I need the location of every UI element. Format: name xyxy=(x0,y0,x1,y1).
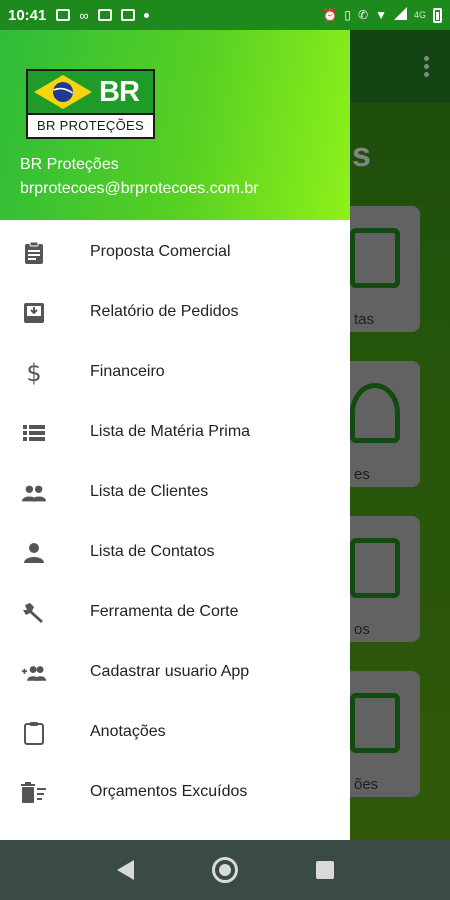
menu-item-label: Proposta Comercial xyxy=(90,243,231,260)
menu-item-ferramenta-corte[interactable]: Ferramenta de Corte xyxy=(0,582,350,642)
br-protecoes-logo: BR BR PROTEÇÕES xyxy=(26,69,155,139)
dot-icon xyxy=(143,12,149,18)
back-icon[interactable] xyxy=(116,860,134,880)
delete-sweep-icon xyxy=(21,780,47,806)
gmail-icon xyxy=(97,9,112,21)
system-icons: ⏰ ▯ ✆ ▼ 4G xyxy=(322,7,442,23)
inbox-download-icon xyxy=(21,300,47,326)
status-time: 10:41 xyxy=(8,6,47,24)
menu-item-label: Relatório de Pedidos xyxy=(90,303,239,320)
menu-item-label: Ferramenta de Corte xyxy=(90,603,239,620)
menu-item-proposta-comercial[interactable]: Proposta Comercial xyxy=(0,222,350,282)
navigation-drawer: BR BR PROTEÇÕES BR Proteções brprotecoes… xyxy=(0,30,350,840)
clipboard-icon xyxy=(21,240,47,266)
user-email: brprotecoes@brprotecoes.com.br xyxy=(20,180,259,197)
voicemail-icon: ∞ xyxy=(79,7,89,23)
wrench-icon xyxy=(21,600,47,626)
menu-item-label: Lista de Matéria Prima xyxy=(90,423,251,440)
add-group-icon xyxy=(21,660,47,686)
wifi-call-icon: ✆ xyxy=(358,8,369,22)
menu-item-contatos[interactable]: Lista de Contatos xyxy=(0,522,350,582)
list-icon xyxy=(21,420,47,446)
status-bar: 10:41 ∞ ⏰ ▯ ✆ ▼ 4G xyxy=(0,0,450,30)
alarm-icon: ⏰ xyxy=(322,8,338,22)
recents-icon[interactable] xyxy=(315,861,334,879)
network-type: 4G xyxy=(413,10,426,20)
user-name: BR Proteções xyxy=(20,156,119,173)
drawer-menu: Proposta Comercial Relatório de Pedidos … xyxy=(0,220,350,822)
menu-item-clientes[interactable]: Lista de Clientes xyxy=(0,462,350,522)
menu-item-label: Anotações xyxy=(90,723,166,740)
brazil-flag-icon xyxy=(31,72,95,112)
menu-item-materia-prima[interactable]: Lista de Matéria Prima xyxy=(0,402,350,462)
contact-card-icon xyxy=(120,9,135,21)
signal-icon xyxy=(393,7,407,20)
home-icon[interactable] xyxy=(211,857,238,883)
drawer-header: BR BR PROTEÇÕES BR Proteções brprotecoes… xyxy=(0,30,350,220)
menu-item-label: Lista de Contatos xyxy=(90,543,215,560)
logo-caption: BR PROTEÇÕES xyxy=(37,118,144,133)
battery-icon xyxy=(433,7,442,23)
person-icon xyxy=(21,540,47,566)
menu-item-orcamentos-excluidos[interactable]: Orçamentos Excuídos xyxy=(0,762,350,822)
system-nav-bar xyxy=(0,840,450,900)
dollar-icon: $ xyxy=(26,359,42,387)
menu-item-cadastrar-usuario[interactable]: Cadastrar usuario App xyxy=(0,642,350,702)
menu-item-label: Orçamentos Excuídos xyxy=(90,783,248,800)
menu-item-label: Financeiro xyxy=(90,363,165,380)
people-icon xyxy=(21,480,47,506)
logo-badge-text: BR xyxy=(99,75,140,108)
wifi-icon: ▼ xyxy=(375,8,387,22)
notification-icons: ∞ xyxy=(56,7,149,23)
message-icon xyxy=(56,9,71,21)
menu-item-relatorio-pedidos[interactable]: Relatório de Pedidos xyxy=(0,282,350,342)
menu-item-label: Cadastrar usuario App xyxy=(90,663,250,680)
clipboard-outline-icon xyxy=(21,720,47,746)
vibrate-icon: ▯ xyxy=(344,8,352,22)
menu-item-financeiro[interactable]: $ Financeiro xyxy=(0,342,350,402)
menu-item-anotacoes[interactable]: Anotações xyxy=(0,702,350,762)
menu-item-label: Lista de Clientes xyxy=(90,483,209,500)
